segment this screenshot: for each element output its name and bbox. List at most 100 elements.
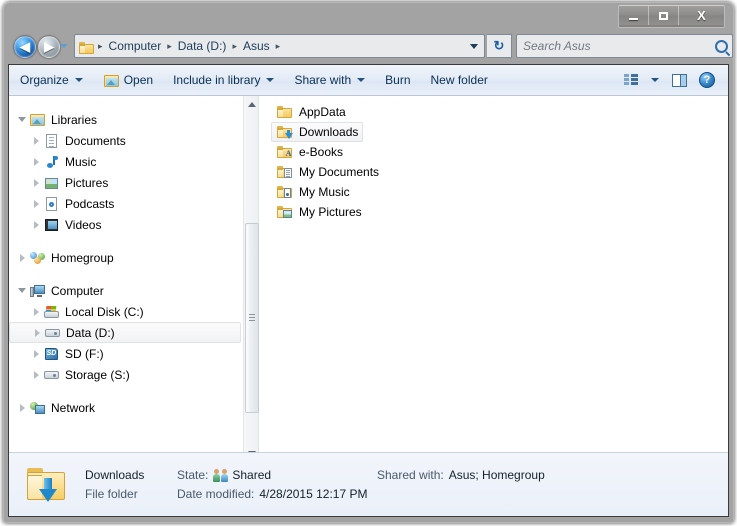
minimize-icon (629, 17, 638, 20)
drive-icon (44, 325, 61, 341)
search-input[interactable]: Search Asus (523, 39, 715, 53)
list-item[interactable]: AppData (271, 102, 351, 122)
address-bar[interactable]: ▸ Computer ▸ Data (D:) ▸ Asus ▸ (74, 34, 485, 58)
expander-icon[interactable] (29, 197, 43, 211)
change-view-button[interactable] (617, 68, 645, 93)
list-item[interactable]: A e-Books (271, 142, 348, 162)
sidebar-item-videos[interactable]: Videos (9, 214, 243, 235)
expander-icon[interactable] (15, 251, 29, 265)
burn-button[interactable]: Burn (376, 68, 419, 93)
change-view-dropdown[interactable] (645, 68, 665, 93)
nav-group-spacer (9, 268, 243, 280)
expander-icon[interactable] (29, 176, 43, 190)
forward-arrow-icon: ▶ (44, 39, 54, 54)
panes-container: Libraries Documents Music Pictures Podca… (9, 96, 728, 462)
sidebar-item-sd-f[interactable]: SD SD (F:) (9, 343, 243, 364)
sidebar-item-homegroup[interactable]: Homegroup (9, 247, 243, 268)
address-dropdown-button[interactable] (464, 35, 484, 57)
breadcrumb-separator[interactable]: ▸ (229, 41, 240, 52)
expander-icon[interactable] (15, 284, 29, 298)
recent-locations-icon[interactable] (60, 44, 68, 48)
sidebar-item-podcasts[interactable]: Podcasts (9, 193, 243, 214)
forward-button[interactable]: ▶ (38, 36, 60, 58)
sidebar-item-data-d[interactable]: Data (D:) (9, 322, 241, 343)
minimize-button[interactable] (619, 6, 649, 25)
drive-icon (43, 367, 60, 383)
nav-group-spacer (9, 235, 243, 247)
expander-icon[interactable] (29, 155, 43, 169)
include-in-library-label: Include in library (173, 73, 261, 87)
chevron-down-icon (357, 78, 366, 82)
breadcrumb-separator[interactable]: ▸ (95, 41, 106, 52)
expander-icon[interactable] (29, 305, 43, 319)
refresh-button[interactable]: ↻ (487, 34, 512, 58)
details-shared-with-value: Asus; Homegroup (448, 468, 545, 482)
details-date-value: 4/28/2015 12:17 PM (259, 487, 368, 501)
list-item[interactable]: My Pictures (271, 202, 367, 222)
refresh-icon: ↻ (493, 38, 505, 53)
list-item-label: My Music (299, 185, 350, 199)
expander-icon[interactable] (15, 113, 29, 127)
details-state-label: State: (177, 468, 209, 482)
sidebar-item-pictures[interactable]: Pictures (9, 172, 243, 193)
scrollbar-thumb[interactable] (245, 223, 259, 413)
breadcrumb-data-d[interactable]: Data (D:) (175, 38, 230, 54)
sidebar-item-libraries[interactable]: Libraries (9, 109, 243, 130)
sidebar-item-label: Music (65, 154, 97, 169)
computer-icon (29, 283, 46, 299)
sidebar-item-label: Videos (65, 217, 102, 232)
sidebar-item-documents[interactable]: Documents (9, 130, 243, 151)
breadcrumb-separator[interactable]: ▸ (164, 41, 175, 52)
list-item[interactable]: My Music (271, 182, 355, 202)
list-item-label: Downloads (299, 125, 359, 139)
scroll-up-button[interactable] (244, 96, 260, 113)
navigation-pane-scrollbar[interactable] (243, 96, 259, 462)
sidebar-item-local-disk-c[interactable]: Local Disk (C:) (9, 301, 243, 322)
chevron-down-icon (266, 78, 275, 82)
back-button[interactable]: ◀ (14, 36, 36, 58)
navigation-pane[interactable]: Libraries Documents Music Pictures Podca… (9, 96, 243, 462)
search-box[interactable]: Search Asus (516, 34, 733, 58)
sidebar-item-music[interactable]: Music (9, 151, 243, 172)
expander-icon[interactable] (29, 347, 43, 361)
sidebar-item-label: Storage (S:) (65, 367, 130, 382)
maximize-button[interactable] (649, 6, 679, 25)
sidebar-item-network[interactable]: Network (9, 397, 243, 418)
file-list-pane[interactable]: AppData Downloads A e-Books My Documents… (259, 96, 728, 462)
chevron-up-icon (248, 102, 256, 107)
help-button[interactable]: ? (693, 68, 721, 93)
expander-icon[interactable] (30, 326, 44, 340)
title-bar[interactable]: X (4, 3, 733, 29)
breadcrumb-computer[interactable]: Computer (106, 38, 165, 54)
sidebar-item-label: Podcasts (65, 196, 115, 211)
include-in-library-button[interactable]: Include in library (164, 68, 283, 93)
share-with-button[interactable]: Share with (285, 68, 374, 93)
details-text: Downloads State: Shared Shared with: Asu… (85, 466, 728, 504)
picture-icon (43, 175, 60, 191)
sidebar-item-storage-s[interactable]: Storage (S:) (9, 364, 243, 385)
search-icon[interactable] (715, 39, 728, 53)
expander-icon[interactable] (29, 368, 43, 382)
details-item-name: Downloads (85, 468, 145, 482)
new-folder-button[interactable]: New folder (422, 68, 497, 93)
sidebar-item-label: Documents (65, 133, 126, 148)
organize-button[interactable]: Organize (11, 68, 92, 93)
close-button[interactable]: X (679, 6, 724, 25)
breadcrumb-asus[interactable]: Asus (240, 38, 273, 54)
library-icon (29, 112, 46, 128)
open-button[interactable]: Open (94, 68, 162, 93)
breadcrumb-separator[interactable]: ▸ (273, 41, 284, 52)
share-with-label: Share with (294, 73, 352, 87)
view-layout-icon (624, 74, 638, 86)
folder-icon (78, 40, 94, 54)
expander-icon[interactable] (15, 401, 29, 415)
downloads-folder-large-icon (23, 464, 69, 506)
expander-icon[interactable] (29, 218, 43, 232)
show-preview-pane-button[interactable] (665, 68, 693, 93)
documents-folder-icon (276, 164, 294, 180)
expander-icon[interactable] (29, 134, 43, 148)
list-item[interactable]: My Documents (271, 162, 384, 182)
sidebar-item-computer[interactable]: Computer (9, 280, 243, 301)
sidebar-item-label: Network (51, 400, 96, 415)
list-item[interactable]: Downloads (271, 122, 364, 142)
